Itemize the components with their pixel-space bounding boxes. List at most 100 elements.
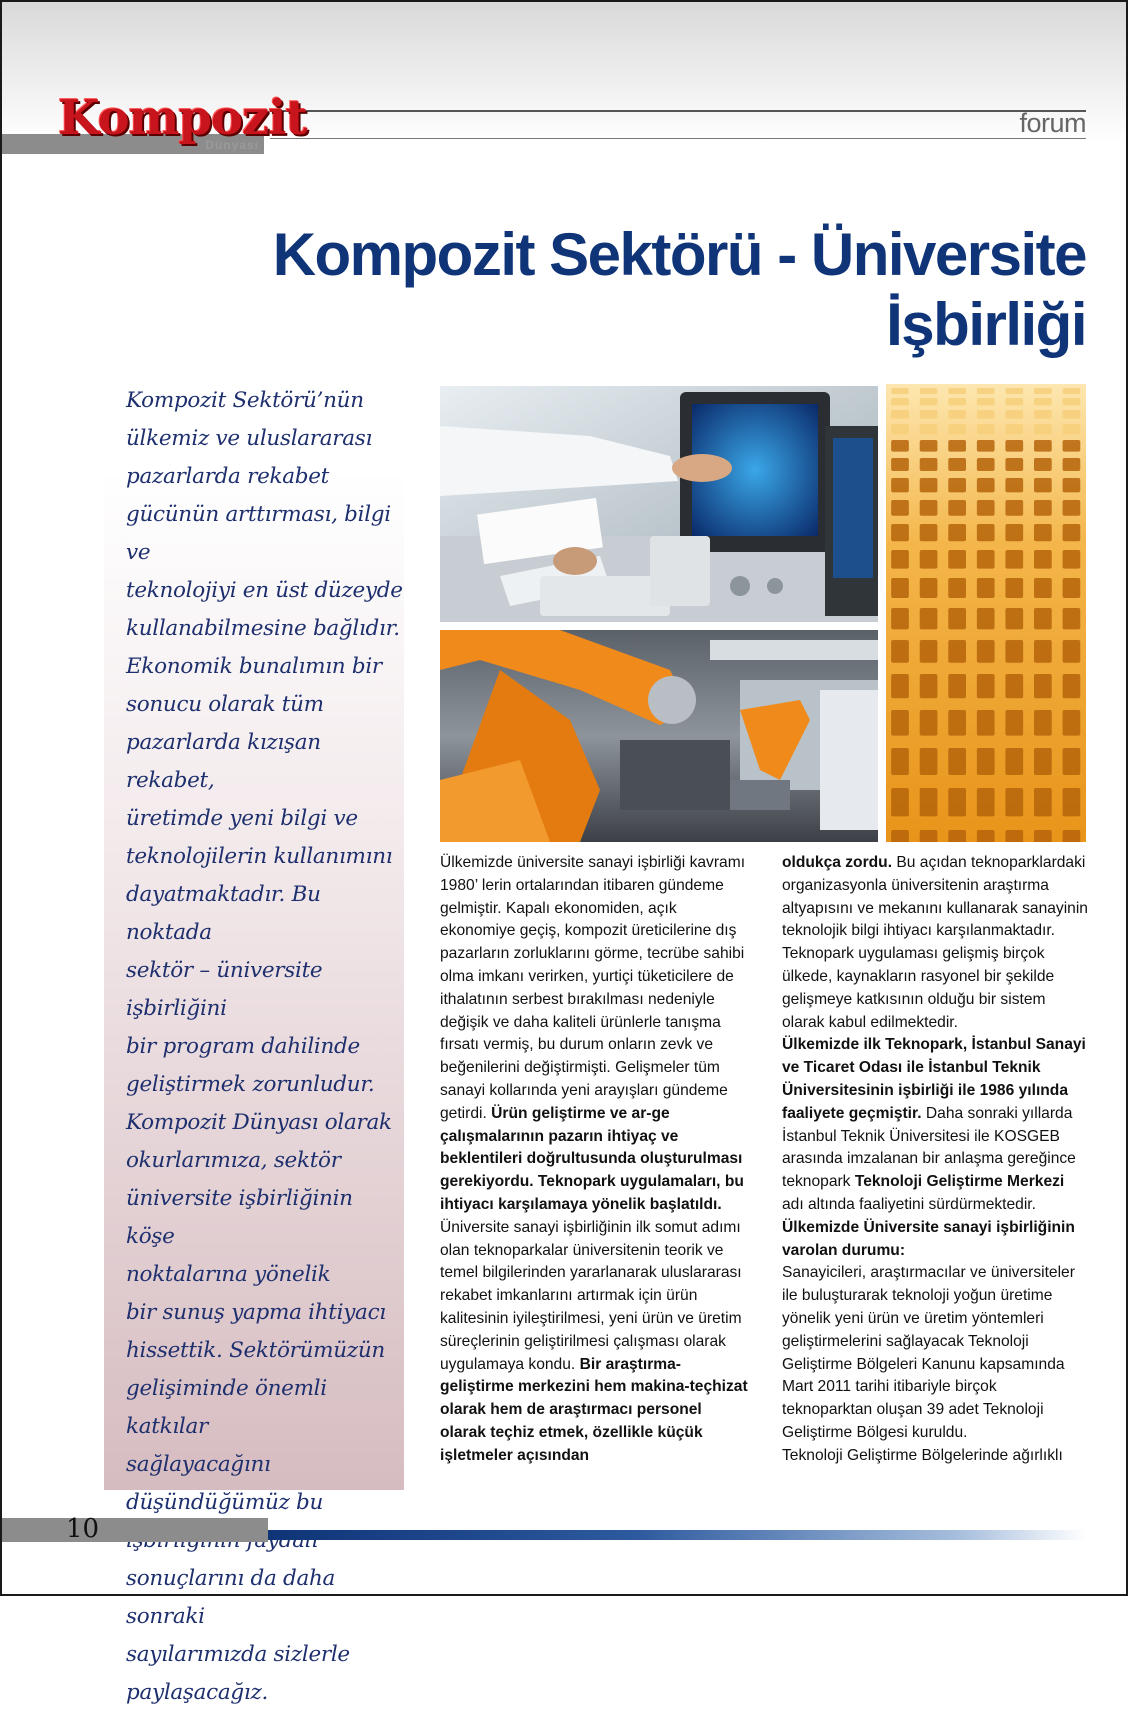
- intro-text: Kompozit Sektörü’nün ülkemiz ve uluslara…: [126, 388, 403, 1705]
- section-label: forum: [1019, 108, 1086, 138]
- grating-hole: [948, 748, 966, 775]
- grating-hole: [1005, 608, 1024, 630]
- grating-hole: [1005, 388, 1024, 394]
- intro-sidebar: Kompozit Sektörü’nün ülkemiz ve uluslara…: [104, 382, 404, 1705]
- grating-hole: [1062, 440, 1081, 452]
- grating-hole: [1005, 788, 1024, 817]
- grating-hole: [891, 524, 909, 542]
- grating-hole: [891, 440, 909, 452]
- column-right-text-1: Bu açıdan teknoparklardaki organizasyonl…: [782, 854, 1088, 1031]
- grating-hole: [1062, 608, 1081, 630]
- grating-hole: [1034, 478, 1052, 493]
- grating-hole: [948, 578, 966, 598]
- grating-hole: [891, 830, 909, 842]
- grating-illustration: [886, 384, 1086, 842]
- grating-hole: [1062, 424, 1081, 435]
- grating-hole: [948, 788, 966, 817]
- column-right-text-4: Sanayicileri, araştırmacılar ve üniversi…: [782, 1264, 1075, 1441]
- header-rule-bottom: [270, 138, 1086, 139]
- grating-hole: [1062, 458, 1081, 471]
- grating-hole: [976, 478, 995, 493]
- grating-hole: [1005, 500, 1024, 516]
- grating-hole: [948, 458, 966, 471]
- grating-hole: [919, 388, 938, 394]
- lab-monitor-illustration: [440, 386, 878, 622]
- grating-hole: [1034, 410, 1052, 419]
- grating-hole: [976, 748, 995, 775]
- grating-hole: [1005, 710, 1024, 736]
- grating-hole: [1062, 388, 1081, 394]
- grating-hole: [948, 524, 966, 542]
- grating-hole: [1005, 440, 1024, 452]
- grating-hole: [1034, 500, 1052, 516]
- grating-hole: [948, 830, 966, 842]
- grating-hole: [1034, 578, 1052, 598]
- grating-hole: [1034, 458, 1052, 471]
- grating-hole: [1062, 748, 1081, 775]
- grating-hole: [1005, 578, 1024, 598]
- grating-hole: [1034, 710, 1052, 736]
- grating-hole: [891, 640, 909, 663]
- column-left-paragraph-2: Üniversite sanayi işbirliğinin ilk somut…: [440, 1217, 748, 1468]
- grating-hole: [891, 410, 909, 419]
- grating-hole: [976, 410, 995, 419]
- grating-hole: [1034, 550, 1052, 569]
- grating-hole: [976, 608, 995, 630]
- column-left-text-2: Üniversite sanayi işbirliğinin ilk somut…: [440, 1218, 742, 1373]
- grating-hole: [948, 388, 966, 394]
- grating-hole: [976, 788, 995, 817]
- grating-hole: [919, 550, 938, 569]
- grating-hole: [1034, 424, 1052, 435]
- grating-hole: [1005, 410, 1024, 419]
- grating-hole: [919, 608, 938, 630]
- grating-hole: [1034, 640, 1052, 663]
- grating-hole: [891, 788, 909, 817]
- grating-hole: [919, 788, 938, 817]
- grating-hole: [919, 410, 938, 419]
- grating-hole: [919, 640, 938, 663]
- grating-hole: [1005, 524, 1024, 542]
- grating-hole: [976, 500, 995, 516]
- grating-hole: [891, 578, 909, 598]
- grating-hole: [1005, 478, 1024, 493]
- grating-hole: [1034, 398, 1052, 406]
- grating-hole: [976, 578, 995, 598]
- grating-hole: [976, 398, 995, 406]
- grating-hole: [976, 710, 995, 736]
- grating-hole: [919, 478, 938, 493]
- column-left-paragraph-1: Ülkemizde üniversite sanayi işbirliği ka…: [440, 852, 748, 1217]
- grating-hole: [891, 458, 909, 471]
- grating-hole: [891, 608, 909, 630]
- magazine-logo: Kompozit Dünyası: [58, 92, 308, 160]
- column-right-text-5: Teknoloji Geliştirme Bölgelerinde ağırlı…: [782, 1446, 1063, 1464]
- grating-hole: [948, 550, 966, 569]
- grating-hole: [976, 674, 995, 699]
- grating-hole: [891, 388, 909, 394]
- grating-hole: [891, 748, 909, 775]
- grating-hole: [1062, 578, 1081, 598]
- grating-hole: [1034, 524, 1052, 542]
- grating-hole: [1034, 388, 1052, 394]
- footer-blue-bar: [268, 1530, 1086, 1540]
- grating-hole: [976, 458, 995, 471]
- header-rule-top: [270, 110, 1086, 112]
- grating-hole: [948, 640, 966, 663]
- grating-hole: [919, 398, 938, 406]
- grating-hole: [1034, 674, 1052, 699]
- column-right-subheading: Ülkemizde Üniversite sanayi işbirliğinin…: [782, 1218, 1075, 1259]
- grating-hole: [1034, 788, 1052, 817]
- grating-hole: [891, 398, 909, 406]
- column-right-text-3: adı altında faaliyetini sürdürmektedir.: [782, 1195, 1036, 1213]
- grating-hole: [919, 748, 938, 775]
- grating-hole: [891, 550, 909, 569]
- grating-hole: [1005, 830, 1024, 842]
- grating-hole: [1062, 550, 1081, 569]
- grating-hole: [948, 398, 966, 406]
- grating-hole: [891, 674, 909, 699]
- robot-arm-illustration: [440, 630, 878, 842]
- grating-hole: [1034, 830, 1052, 842]
- grating-hole: [948, 478, 966, 493]
- grating-hole: [1005, 398, 1024, 406]
- grating-hole: [919, 458, 938, 471]
- column-right-bold-start: oldukça zordu.: [782, 854, 893, 871]
